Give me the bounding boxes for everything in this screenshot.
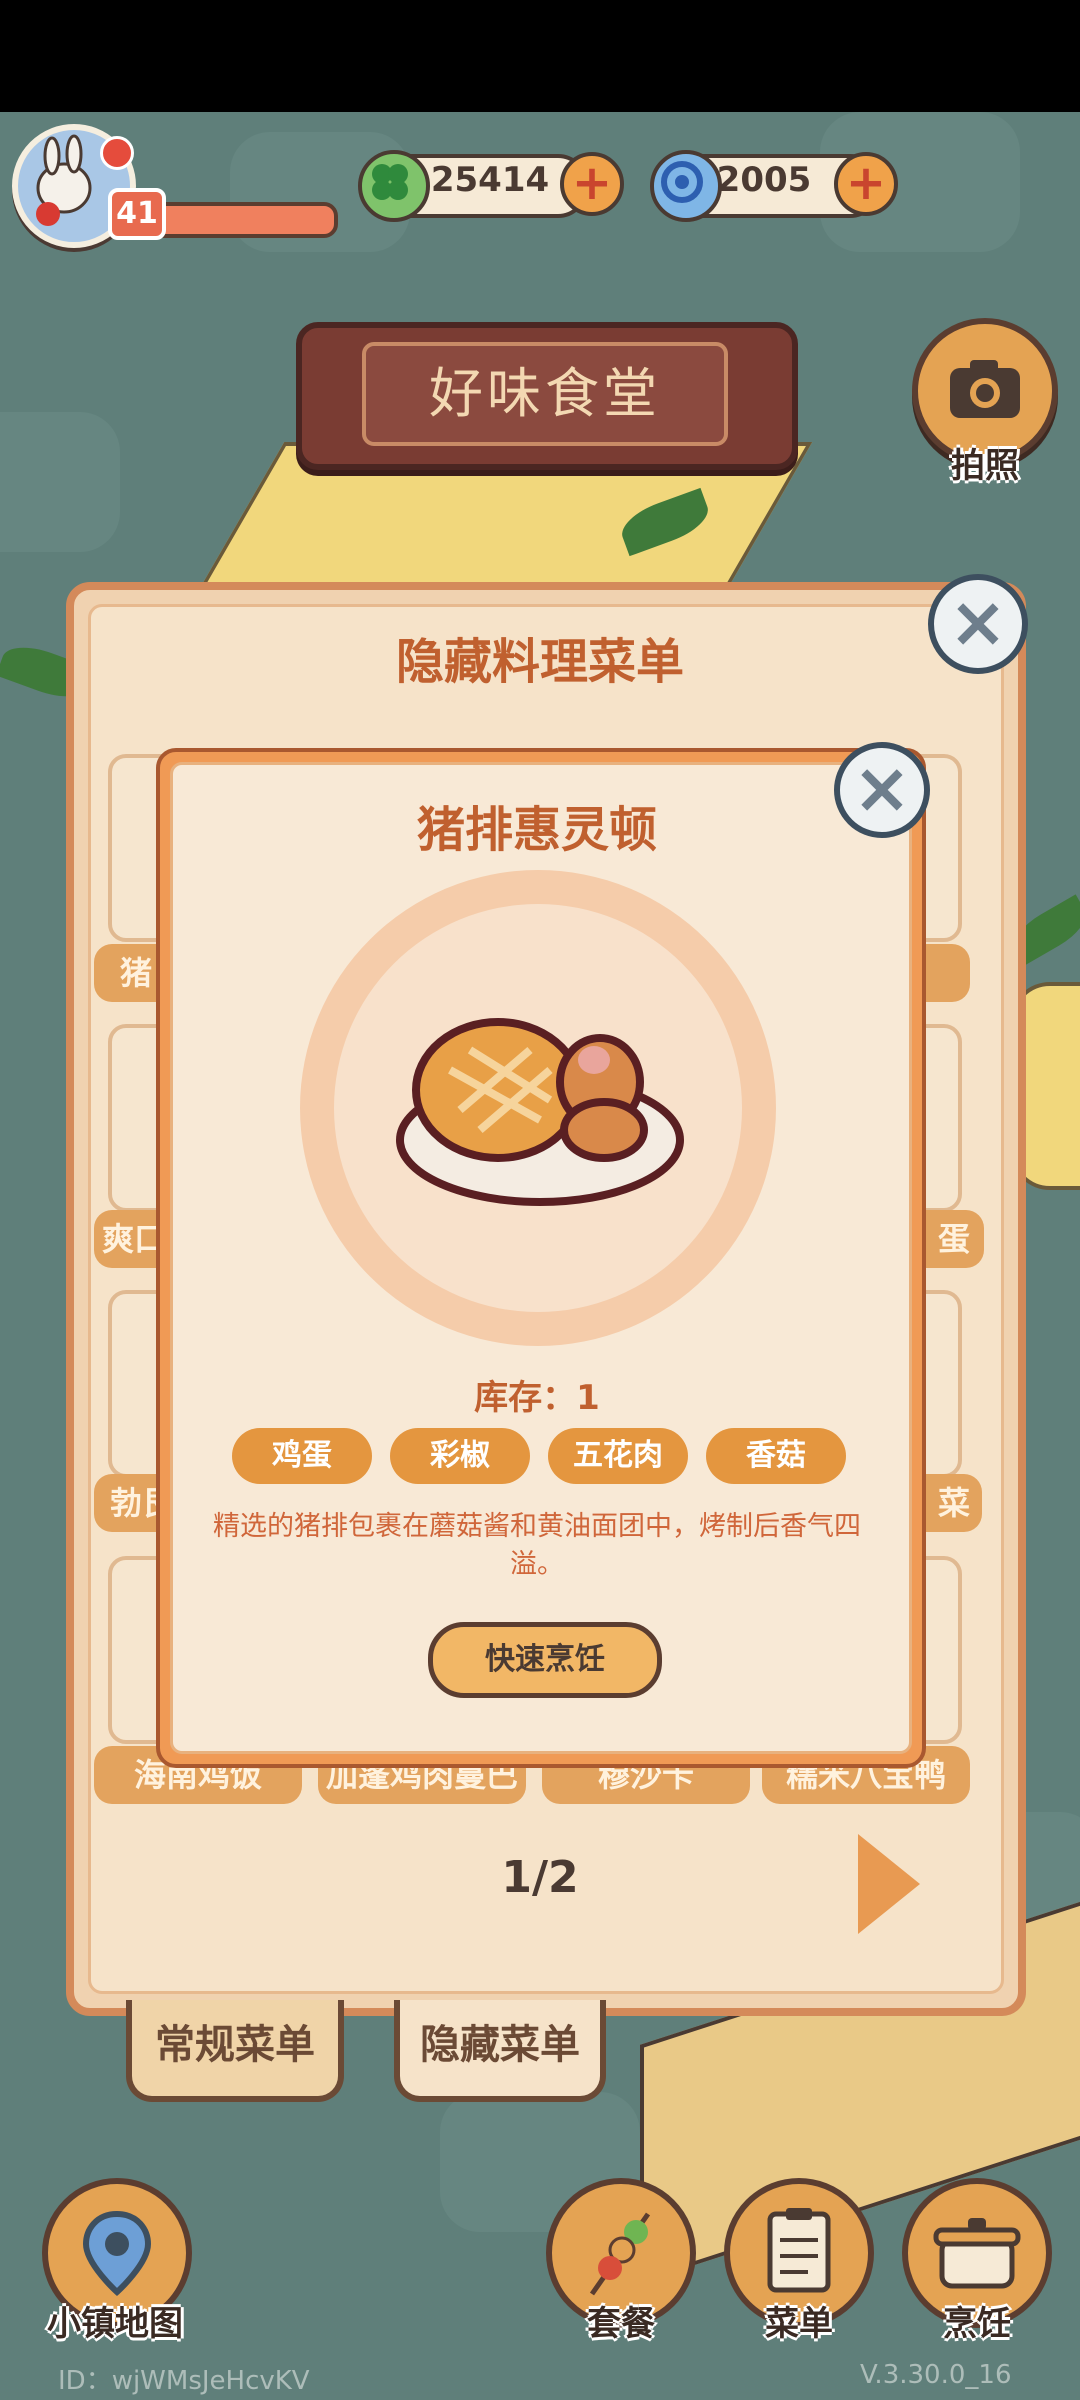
player-id: ID：wjWMsJeHcvKV — [58, 2366, 310, 2396]
restaurant-name: 好味食堂 — [362, 342, 728, 446]
photo-button-label: 拍照 — [951, 446, 1019, 486]
combo-label: 套餐 — [587, 2304, 655, 2344]
quick-cook-button[interactable]: 快速烹饪 — [428, 1622, 662, 1698]
panel-title: 隐藏料理菜单 — [395, 634, 684, 690]
pork-wellington-dish-icon — [396, 1018, 684, 1206]
add-clover-button[interactable]: + — [560, 152, 624, 216]
experience-bar — [150, 202, 338, 238]
dish-title: 猪排惠灵顿 — [416, 802, 657, 858]
ingredient-tag: 鸡蛋 — [232, 1428, 372, 1484]
menu-label: 菜单 — [765, 2304, 833, 2344]
ingredient-tag: 五花肉 — [548, 1428, 688, 1484]
version-text: V.3.30.0_16 — [860, 2360, 1012, 2390]
add-gem-button[interactable]: + — [834, 152, 898, 216]
modal-close-button[interactable]: × — [834, 742, 930, 838]
clover-shape — [372, 164, 408, 200]
level-badge: 41 — [108, 188, 166, 240]
clover-amount: 25414 — [430, 160, 550, 200]
notification-dot — [100, 136, 134, 170]
close-icon: × — [852, 747, 912, 829]
dish-description: 精选的猪排包裹在蘑菇酱和黄油面团中，烤制后香气四溢。 — [213, 1511, 861, 1580]
restaurant-sign: 好味食堂 — [296, 322, 798, 470]
ingredient-tag: 彩椒 — [390, 1428, 530, 1484]
close-icon: × — [948, 581, 1008, 663]
cook-label: 烹饪 — [943, 2304, 1011, 2344]
page-indicator: 1/2 — [501, 1852, 579, 1903]
tab-hidden-menu[interactable]: 隐藏菜单 — [394, 2000, 606, 2102]
clover-icon — [358, 150, 430, 222]
gem-amount: 2005 — [716, 160, 812, 200]
bg-tile — [0, 412, 120, 552]
town-map-label: 小镇地图 — [47, 2304, 183, 2344]
stock-count: 库存：1 — [474, 1378, 600, 1418]
tab-regular-menu[interactable]: 常规菜单 — [126, 2000, 344, 2102]
next-page-arrow-icon[interactable] — [858, 1834, 920, 1934]
panel-close-button[interactable]: × — [928, 574, 1028, 674]
ingredient-tag: 香菇 — [706, 1428, 846, 1484]
